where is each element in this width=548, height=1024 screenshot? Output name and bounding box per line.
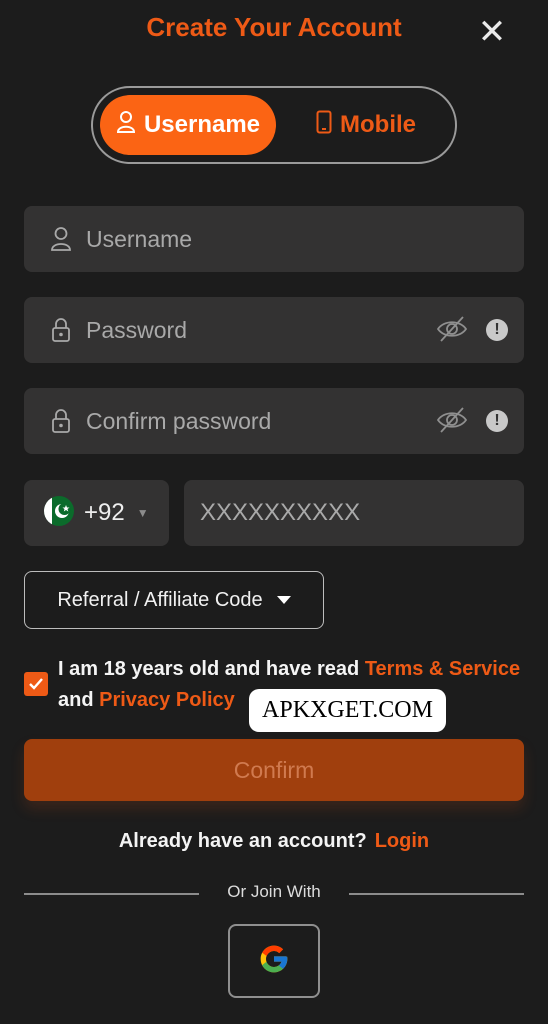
terms-link[interactable]: Terms & Service xyxy=(365,658,520,680)
google-icon xyxy=(258,943,290,980)
phone-input[interactable] xyxy=(200,499,500,527)
password-field: ! xyxy=(24,297,524,363)
referral-code-dropdown[interactable]: Referral / Affiliate Code xyxy=(24,571,324,629)
lock-icon xyxy=(44,408,78,434)
referral-label: Referral / Affiliate Code xyxy=(57,588,263,611)
tab-username-label: Username xyxy=(143,111,261,138)
lock-icon xyxy=(44,317,78,343)
confirm-button[interactable]: Confirm xyxy=(24,739,524,801)
info-icon[interactable]: ! xyxy=(486,319,508,341)
user-icon xyxy=(44,226,78,252)
caret-down-icon xyxy=(276,596,291,604)
chevron-down-icon: ▼ xyxy=(136,506,149,520)
tab-mobile[interactable]: Mobile xyxy=(283,95,449,155)
login-link[interactable]: Login xyxy=(375,830,429,852)
password-input[interactable] xyxy=(86,316,406,344)
user-icon xyxy=(116,110,136,141)
checkmark-icon xyxy=(29,678,43,690)
login-prompt-text: Already have an account? xyxy=(118,830,367,852)
country-code-select[interactable]: +92 ▼ xyxy=(24,480,169,546)
agreement-text-start: I am 18 years old and have read xyxy=(58,658,365,680)
phone-field xyxy=(184,480,524,546)
username-field xyxy=(24,206,524,272)
close-icon[interactable]: ✕ xyxy=(472,15,512,49)
register-screen: Create Your Account ✕ Username Mobile Us… xyxy=(0,0,548,1024)
info-icon[interactable]: ! xyxy=(486,410,508,432)
eye-slash-icon[interactable] xyxy=(436,315,468,348)
signup-method-toggle: Username Mobile xyxy=(91,86,457,164)
tab-username[interactable]: Username xyxy=(100,95,276,155)
username-input[interactable] xyxy=(86,225,406,253)
privacy-link[interactable]: Privacy Policy xyxy=(99,689,235,711)
confirm-password-field: ! xyxy=(24,388,524,454)
agreement-text-and: and xyxy=(58,689,100,711)
login-prompt: Already have an account? Login xyxy=(0,830,548,853)
country-code-value: +92 xyxy=(84,499,125,526)
watermark-badge: APKXGET.COM xyxy=(249,689,446,732)
or-join-with-text: Or Join With xyxy=(227,882,321,901)
agree-checkbox[interactable] xyxy=(24,672,48,696)
google-login-button[interactable] xyxy=(228,924,320,998)
tab-mobile-label: Mobile xyxy=(340,111,416,138)
pakistan-flag-icon xyxy=(44,495,74,531)
phone-icon xyxy=(316,110,332,141)
page-title: Create Your Account xyxy=(146,12,402,42)
eye-slash-icon[interactable] xyxy=(436,406,468,439)
confirm-password-input[interactable] xyxy=(86,407,406,435)
